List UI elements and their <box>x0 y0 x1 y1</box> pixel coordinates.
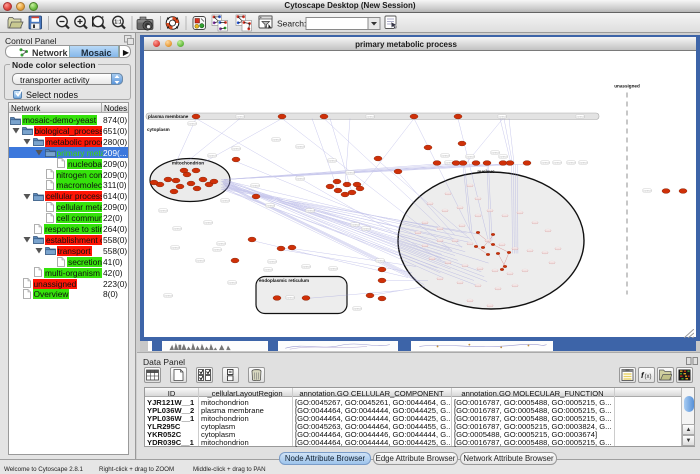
svg-text:(xxxxx): (xxxxx) <box>643 188 651 192</box>
svg-text:(xxxx): (xxxx) <box>422 222 428 224</box>
svg-text:(xxxxx): (xxxxx) <box>366 114 374 118</box>
svg-text:(xxxx): (xxxx) <box>429 258 435 260</box>
svg-text:(xxxx): (xxxx) <box>487 305 493 307</box>
svg-text:(xxxxx): (xxxxx) <box>188 121 196 125</box>
svg-text:unassigned: unassigned <box>614 83 640 88</box>
svg-text:(xxxx): (xxxx) <box>475 215 481 217</box>
svg-text:(xxxxx): (xxxxx) <box>441 153 449 157</box>
svg-text:mitochondrion: mitochondrion <box>172 160 204 165</box>
svg-text:(xxxxx): (xxxxx) <box>171 245 179 249</box>
svg-text:(x): (x) <box>645 374 652 380</box>
svg-text:1:1: 1:1 <box>114 20 121 26</box>
svg-text:(xxxx): (xxxx) <box>452 240 458 242</box>
svg-text:(xxxxx): (xxxxx) <box>351 222 359 226</box>
svg-text:(xxxxx): (xxxxx) <box>208 153 216 157</box>
svg-text:(xxxx): (xxxx) <box>532 222 538 224</box>
svg-text:(xxxx): (xxxx) <box>475 285 481 287</box>
svg-text:(xxxxx): (xxxxx) <box>236 114 244 118</box>
svg-text:(xxxxx): (xxxxx) <box>353 306 361 310</box>
svg-text:(xxxxx): (xxxxx) <box>272 137 280 141</box>
svg-text:(xxxx): (xxxx) <box>467 300 473 302</box>
svg-text:(xxxx): (xxxx) <box>522 270 528 272</box>
svg-text:(xxxxx): (xxxxx) <box>164 293 172 297</box>
svg-text:(xxxx): (xxxx) <box>495 288 501 290</box>
svg-text:(xxxxx): (xxxxx) <box>498 114 506 118</box>
svg-text:(xxxxx): (xxxxx) <box>228 280 236 284</box>
svg-text:(xxxx): (xxxx) <box>467 185 473 187</box>
svg-text:nucleus: nucleus <box>477 169 495 174</box>
svg-text:(xxxxx): (xxxxx) <box>173 226 181 230</box>
svg-text:(xxxx): (xxxx) <box>437 240 443 242</box>
svg-text:(xxxxx): (xxxxx) <box>221 198 229 202</box>
svg-text:(xxxx): (xxxx) <box>415 232 421 234</box>
svg-text:(xxxxx): (xxxxx) <box>576 114 584 118</box>
svg-text:(xxxxx): (xxxxx) <box>466 154 474 158</box>
svg-text:(xxxxx): (xxxxx) <box>541 160 549 164</box>
svg-text:(xxxx): (xxxx) <box>507 273 513 275</box>
svg-text:(xxxx): (xxxx) <box>467 243 473 245</box>
svg-text:(xxxx): (xxxx) <box>445 262 451 264</box>
svg-text:(xxxx): (xxxx) <box>527 250 533 252</box>
svg-text:(xxxxx): (xxxxx) <box>268 259 276 263</box>
svg-text:(xxxxx): (xxxxx) <box>499 154 507 158</box>
svg-text:(xxxxx): (xxxxx) <box>213 247 221 251</box>
svg-text:(xxxx): (xxxx) <box>502 215 508 217</box>
svg-text:(xxxx): (xxxx) <box>422 245 428 247</box>
svg-text:cytoplasm: cytoplasm <box>147 127 170 132</box>
svg-text:(xxxx): (xxxx) <box>512 285 518 287</box>
svg-text:(xxxx): (xxxx) <box>475 198 481 200</box>
svg-text:(xxxx): (xxxx) <box>442 210 448 212</box>
svg-text:(xxxx): (xxxx) <box>492 270 498 272</box>
svg-text:(xxxxx): (xxxxx) <box>264 267 272 271</box>
svg-text:(xxxxx): (xxxxx) <box>296 176 304 180</box>
svg-text:(xxxxx): (xxxxx) <box>328 158 336 162</box>
svg-text:(xxxxx): (xxxxx) <box>232 146 240 150</box>
svg-text:(xxxxx): (xxxxx) <box>266 203 274 207</box>
svg-text:(xxxxx): (xxxxx) <box>251 183 259 187</box>
svg-text:(xxxxx): (xxxxx) <box>346 170 354 174</box>
svg-text:(xxxxx): (xxxxx) <box>491 150 499 154</box>
svg-text:(xxxxx): (xxxxx) <box>196 258 204 262</box>
svg-text:endoplasmic reticulum: endoplasmic reticulum <box>259 278 309 283</box>
svg-text:(xxxxx): (xxxxx) <box>362 226 370 230</box>
svg-text:(xxxxx): (xxxxx) <box>296 144 304 148</box>
svg-text:Search:: Search: <box>277 19 306 29</box>
svg-text:(xxxxx): (xxxxx) <box>217 241 225 245</box>
svg-text:(xxxx): (xxxx) <box>437 278 443 280</box>
svg-text:(xxxx): (xxxx) <box>545 230 551 232</box>
svg-text:(xxxx): (xxxx) <box>512 248 518 250</box>
svg-text:(xxxx): (xxxx) <box>555 248 561 250</box>
svg-text:(xxxxx): (xxxxx) <box>306 208 314 212</box>
svg-text:plasma membrane: plasma membrane <box>148 114 189 119</box>
svg-text:(xxxx): (xxxx) <box>457 282 463 284</box>
svg-text:(xxxx): (xxxx) <box>427 203 433 205</box>
svg-text:(xxxx): (xxxx) <box>542 252 548 254</box>
svg-text:(xxxxx): (xxxxx) <box>329 266 337 270</box>
svg-text:(xxxx): (xxxx) <box>445 193 451 195</box>
svg-text:(xxxxx): (xxxxx) <box>579 160 587 164</box>
svg-text:(xxxx): (xxxx) <box>459 225 465 227</box>
svg-text:(xxxxx): (xxxxx) <box>553 160 561 164</box>
svg-text:(xxxxx): (xxxxx) <box>376 258 384 262</box>
svg-text:(xxxx): (xxxx) <box>549 262 555 264</box>
svg-text:(xxxx): (xxxx) <box>457 207 463 209</box>
svg-text:(xxxx): (xxxx) <box>477 268 483 270</box>
svg-text:(xxxxx): (xxxxx) <box>286 295 294 299</box>
svg-text:(xxxx): (xxxx) <box>487 210 493 212</box>
svg-text:(xxxxx): (xxxxx) <box>567 160 575 164</box>
svg-text:(xxxx): (xxxx) <box>499 244 505 246</box>
svg-text:(xxxx): (xxxx) <box>517 212 523 214</box>
svg-text:(xxxx): (xxxx) <box>462 265 468 267</box>
svg-text:(xxxx): (xxxx) <box>485 240 491 242</box>
svg-text:(xxxx): (xxxx) <box>437 228 443 230</box>
svg-text:(xxxxx): (xxxxx) <box>302 264 310 268</box>
svg-text:(xxxxx): (xxxxx) <box>159 208 167 212</box>
svg-text:(xxxxx): (xxxxx) <box>204 220 212 224</box>
